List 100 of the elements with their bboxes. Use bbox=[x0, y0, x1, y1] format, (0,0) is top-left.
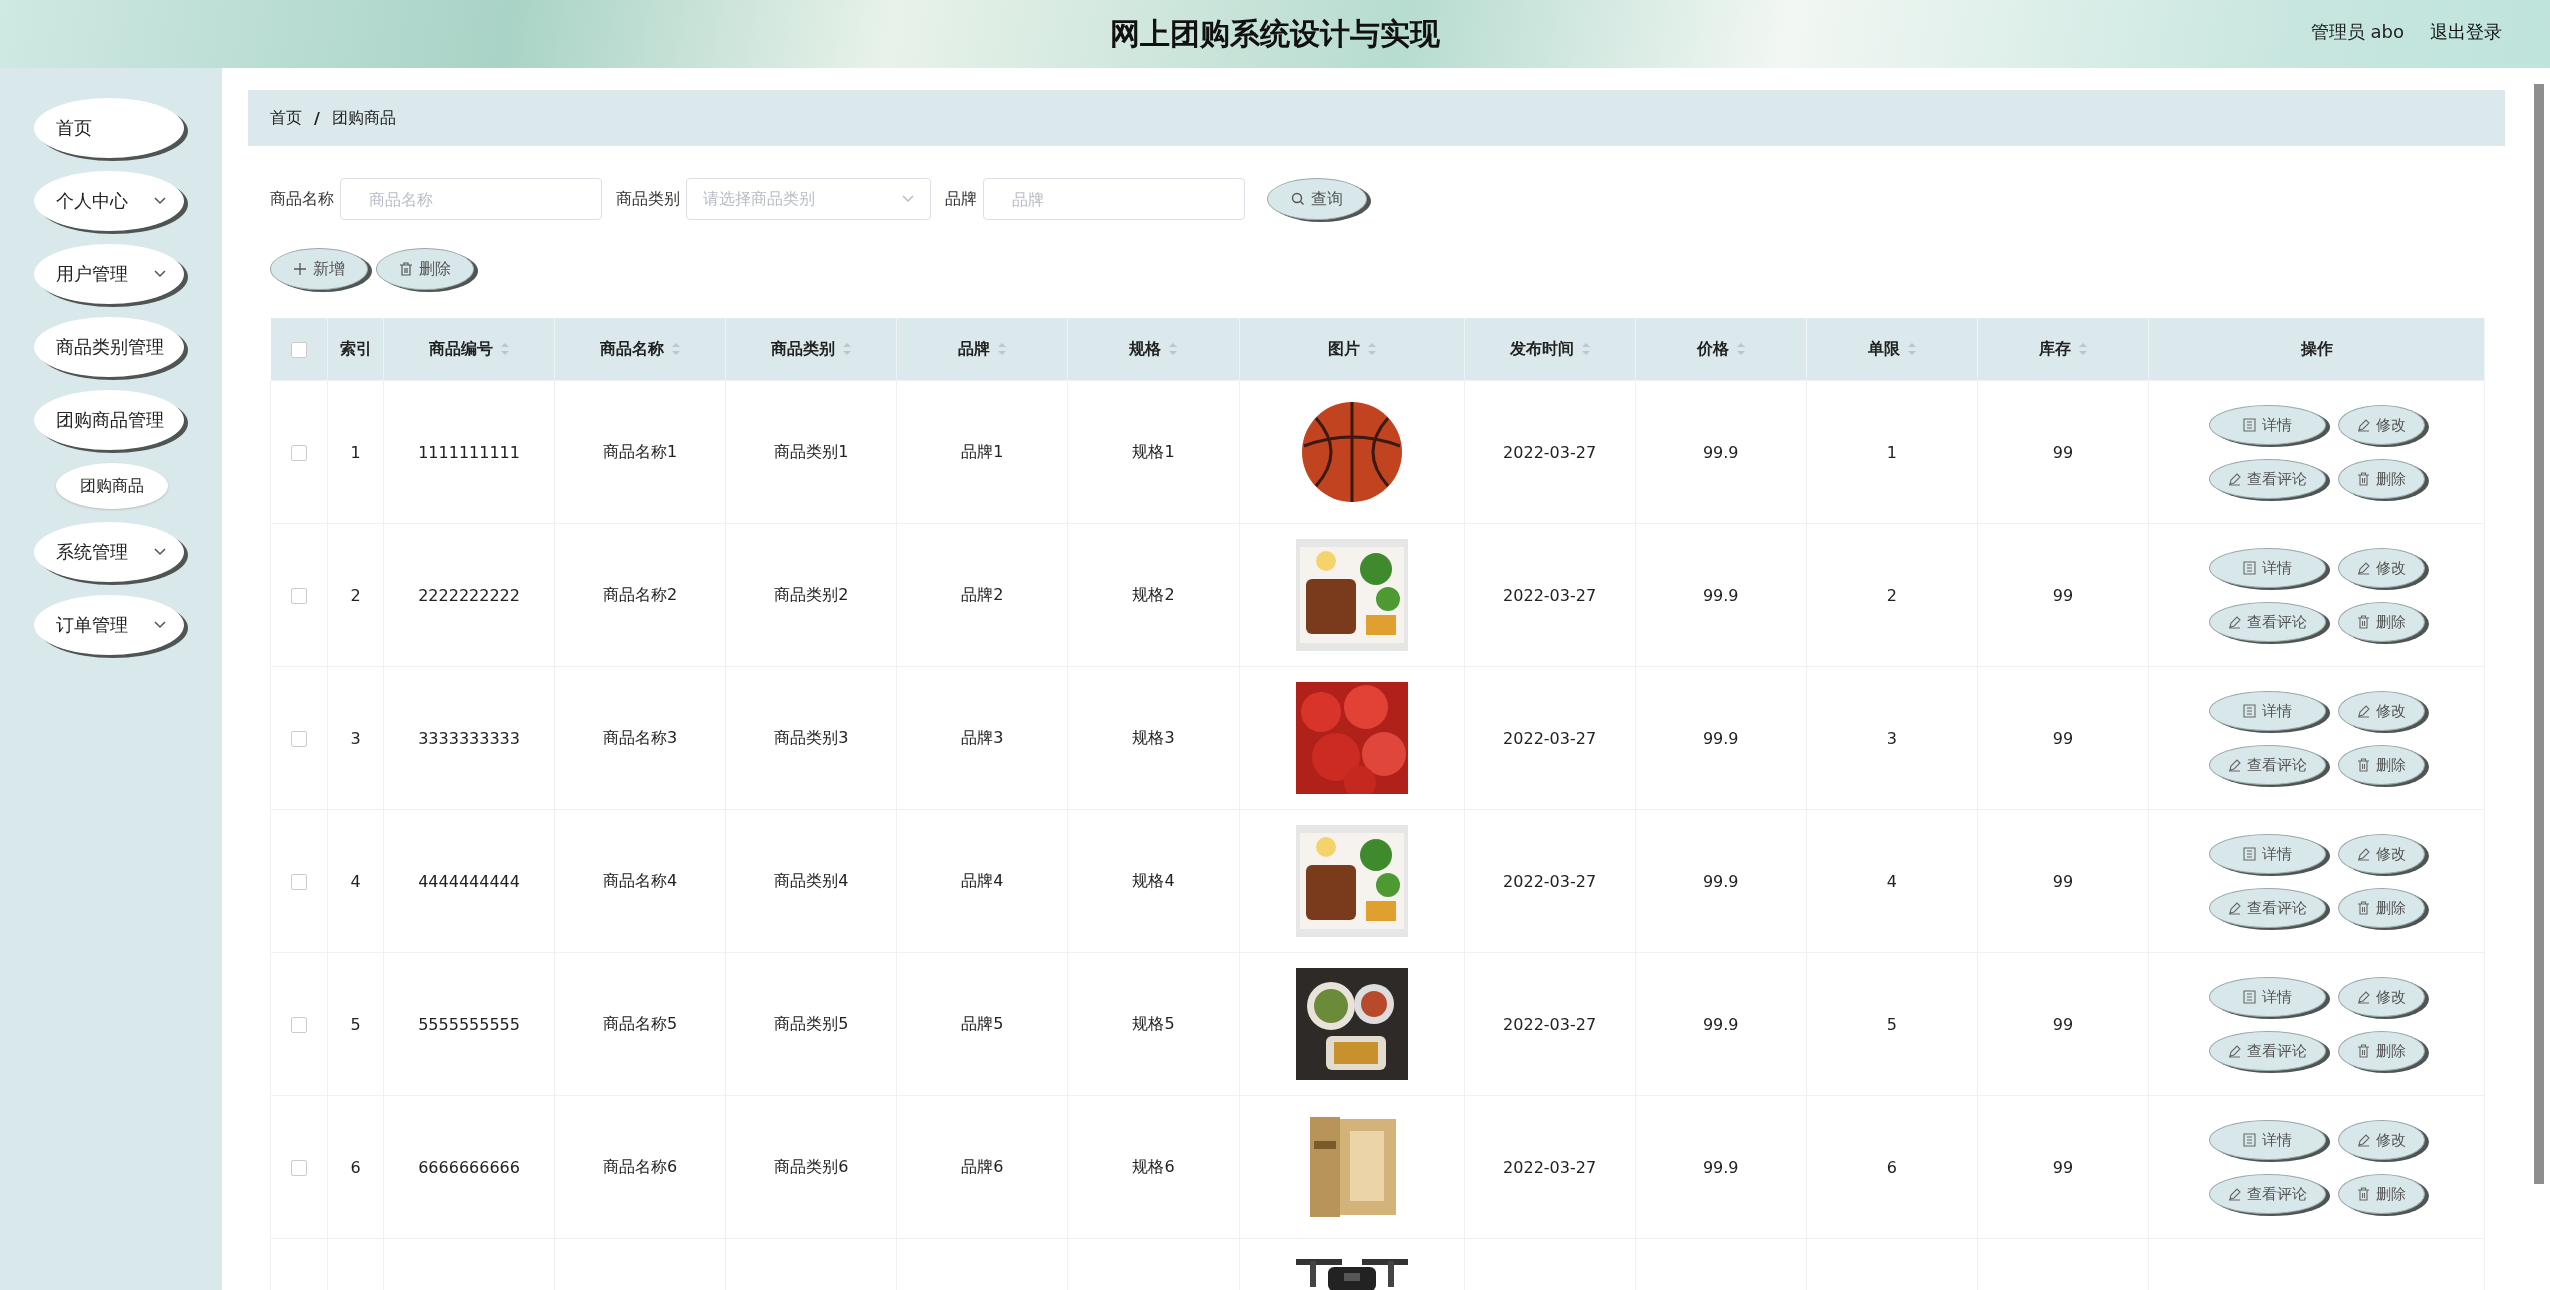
table-cell: 1111111111 bbox=[418, 442, 520, 462]
breadcrumb-item[interactable]: 首页 bbox=[270, 107, 302, 129]
column-header: 规格 bbox=[1129, 338, 1162, 360]
detail-button[interactable]: 详情 bbox=[2208, 834, 2326, 874]
row-checkbox[interactable] bbox=[291, 1017, 307, 1033]
select-all-checkbox[interactable] bbox=[290, 342, 307, 358]
trash-icon bbox=[2356, 1187, 2370, 1201]
table-cell: 规格1 bbox=[1132, 441, 1175, 461]
add-button[interactable]: 新增 bbox=[270, 248, 368, 290]
detail-button[interactable]: 详情 bbox=[2208, 977, 2326, 1017]
delete-button[interactable]: 删除 bbox=[2337, 459, 2425, 499]
table-cell: 99 bbox=[2052, 585, 2074, 605]
table-cell: 5 bbox=[350, 1014, 361, 1034]
table-cell: 6 bbox=[350, 1157, 361, 1177]
column-header: 库存 bbox=[2038, 338, 2071, 360]
document-icon bbox=[2242, 990, 2256, 1004]
pencil-icon bbox=[2356, 704, 2370, 718]
sort-icon[interactable] bbox=[843, 342, 852, 356]
delete-button[interactable]: 删除 bbox=[2337, 602, 2425, 642]
comment-button[interactable]: 查看评论 bbox=[2208, 1031, 2326, 1071]
search-button[interactable]: 查询 bbox=[1267, 178, 1367, 220]
table-cell: 1 bbox=[1886, 442, 1897, 462]
column-header: 商品名称 bbox=[600, 338, 665, 360]
trash-icon bbox=[2356, 472, 2370, 486]
table-cell: 商品名称6 bbox=[603, 1156, 678, 1176]
delete-button[interactable]: 删除 bbox=[2337, 1031, 2425, 1071]
table-cell: 2022-03-27 bbox=[1503, 1014, 1597, 1034]
edit-button[interactable]: 修改 bbox=[2337, 548, 2425, 588]
sort-icon[interactable] bbox=[998, 342, 1007, 356]
breadcrumb-item[interactable]: 团购商品 bbox=[331, 107, 396, 129]
table-cell: 商品类别4 bbox=[774, 870, 849, 890]
table-cell: 99 bbox=[2052, 442, 2074, 462]
sidebar-item[interactable]: 商品类别管理 bbox=[34, 317, 184, 377]
column-header: 商品编号 bbox=[429, 338, 494, 360]
sidebar-item[interactable]: 团购商品管理 bbox=[34, 390, 184, 450]
edit-button[interactable]: 修改 bbox=[2337, 691, 2425, 731]
table-cell: 4 bbox=[350, 871, 361, 891]
edit-button[interactable]: 修改 bbox=[2337, 1120, 2425, 1160]
edit-button[interactable]: 修改 bbox=[2337, 977, 2425, 1017]
column-header: 单限 bbox=[1867, 338, 1900, 360]
detail-button[interactable]: 详情 bbox=[2208, 548, 2326, 588]
pencil-icon bbox=[2356, 561, 2370, 575]
comment-button[interactable]: 查看评论 bbox=[2208, 1174, 2326, 1214]
delete-button[interactable]: 删除 bbox=[376, 248, 474, 290]
edit-button[interactable]: 修改 bbox=[2337, 834, 2425, 874]
row-checkbox[interactable] bbox=[291, 731, 307, 747]
sort-icon[interactable] bbox=[501, 342, 510, 356]
pencil-icon bbox=[2227, 901, 2241, 915]
table-cell: 99.9 bbox=[1702, 442, 1739, 462]
table-cell: 商品名称3 bbox=[603, 727, 678, 747]
sidebar-item[interactable]: 用户管理 bbox=[34, 244, 184, 304]
row-checkbox[interactable] bbox=[291, 588, 307, 604]
sort-icon[interactable] bbox=[1581, 342, 1590, 356]
app-title: 网上团购系统设计与实现 bbox=[1110, 14, 1440, 53]
detail-button[interactable]: 详情 bbox=[2208, 1120, 2326, 1160]
table-cell: 99 bbox=[2052, 728, 2074, 748]
field-label: 商品类别 bbox=[616, 188, 680, 210]
detail-button[interactable]: 详情 bbox=[2208, 405, 2326, 445]
row-checkbox[interactable] bbox=[291, 1160, 307, 1176]
comment-button[interactable]: 查看评论 bbox=[2208, 459, 2326, 499]
scrollbar[interactable] bbox=[2534, 84, 2544, 1184]
sort-icon[interactable] bbox=[1169, 342, 1178, 356]
sort-icon[interactable] bbox=[1907, 342, 1916, 356]
sidebar-item[interactable]: 首页 bbox=[34, 98, 184, 158]
row-checkbox[interactable] bbox=[291, 874, 307, 890]
sort-icon[interactable] bbox=[2078, 342, 2087, 356]
column-header: 商品类别 bbox=[771, 338, 836, 360]
sidebar-item[interactable]: 系统管理 bbox=[34, 522, 184, 582]
pencil-icon bbox=[2227, 1044, 2241, 1058]
delete-button[interactable]: 删除 bbox=[2337, 745, 2425, 785]
table-cell: 3 bbox=[350, 728, 361, 748]
search-field[interactable]: 商品名称 bbox=[340, 178, 602, 220]
table-cell: 品牌3 bbox=[961, 727, 1004, 747]
user-label: 管理员 abo bbox=[2310, 20, 2404, 44]
table-cell: 99.9 bbox=[1702, 871, 1739, 891]
sidebar-item[interactable]: 订单管理 bbox=[34, 595, 184, 655]
table-cell: 5 bbox=[1886, 1014, 1897, 1034]
table-cell: 99.9 bbox=[1702, 728, 1739, 748]
delete-button[interactable]: 删除 bbox=[2337, 1174, 2425, 1214]
comment-button[interactable]: 查看评论 bbox=[2208, 602, 2326, 642]
sort-icon[interactable] bbox=[672, 342, 681, 356]
comment-button[interactable]: 查看评论 bbox=[2208, 745, 2326, 785]
detail-button[interactable]: 详情 bbox=[2208, 691, 2326, 731]
sort-icon[interactable] bbox=[1736, 342, 1745, 356]
table-cell: 4444444444 bbox=[418, 871, 520, 891]
edit-button[interactable]: 修改 bbox=[2337, 405, 2425, 445]
delete-button[interactable]: 删除 bbox=[2337, 888, 2425, 928]
sort-icon[interactable] bbox=[1367, 342, 1376, 356]
sidebar-item[interactable]: 个人中心 bbox=[34, 171, 184, 231]
document-icon bbox=[2242, 847, 2256, 861]
table-cell: 2 bbox=[350, 585, 361, 605]
comment-button[interactable]: 查看评论 bbox=[2208, 888, 2326, 928]
search-field[interactable]: 品牌 bbox=[983, 178, 1245, 220]
column-header: 索引 bbox=[339, 338, 372, 360]
table-cell: 2022-03-27 bbox=[1503, 585, 1597, 605]
row-checkbox[interactable] bbox=[291, 445, 307, 461]
table-cell: 2022-03-27 bbox=[1503, 1157, 1597, 1177]
pencil-icon bbox=[2356, 847, 2370, 861]
sidebar-subitem[interactable]: 团购商品 bbox=[56, 463, 168, 509]
logout-link[interactable]: 退出登录 bbox=[2430, 20, 2502, 44]
